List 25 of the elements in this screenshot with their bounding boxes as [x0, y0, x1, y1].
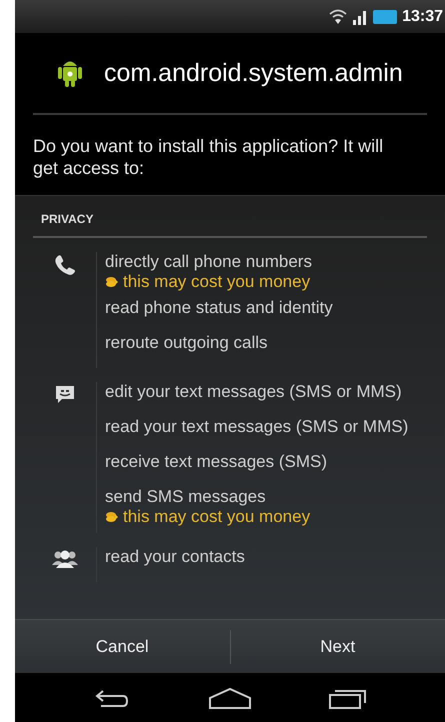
dialog-button[interactable]: Next [230, 620, 445, 673]
coins-icon [105, 510, 118, 524]
permission-text: directly call phone numbers [105, 252, 313, 272]
coins-icon [105, 276, 118, 288]
phone-icon [52, 254, 76, 278]
permission-text: read phone status and identity [105, 298, 333, 318]
wifi-icon [329, 8, 348, 24]
permission-text: edit your text messages (SMS or MMS) [105, 382, 403, 402]
battery-icon [373, 10, 398, 24]
clock: 13:37 [402, 8, 443, 26]
message-icon [54, 384, 76, 406]
permission-text: reroute outgoing calls [105, 333, 269, 353]
permission-text: receive text messages (SMS) [105, 452, 328, 472]
dialog-button[interactable]: Cancel [15, 620, 230, 673]
permission-text: send SMS messages [105, 487, 267, 507]
app-name: com.android.system.admin [104, 58, 403, 88]
contacts-icon [50, 549, 78, 569]
home-icon[interactable] [208, 686, 252, 708]
permission-text: read your contacts [105, 547, 245, 567]
cost-warning: this may cost you money [123, 272, 310, 292]
cost-warning: this may cost you money [123, 507, 310, 527]
permission-text: read your text messages (SMS or MMS) [105, 417, 408, 437]
section-title: PRIVACY [33, 196, 427, 238]
install-prompt: Do you want to install this application? It will get access to: [33, 135, 384, 180]
signal-icon [352, 8, 368, 24]
